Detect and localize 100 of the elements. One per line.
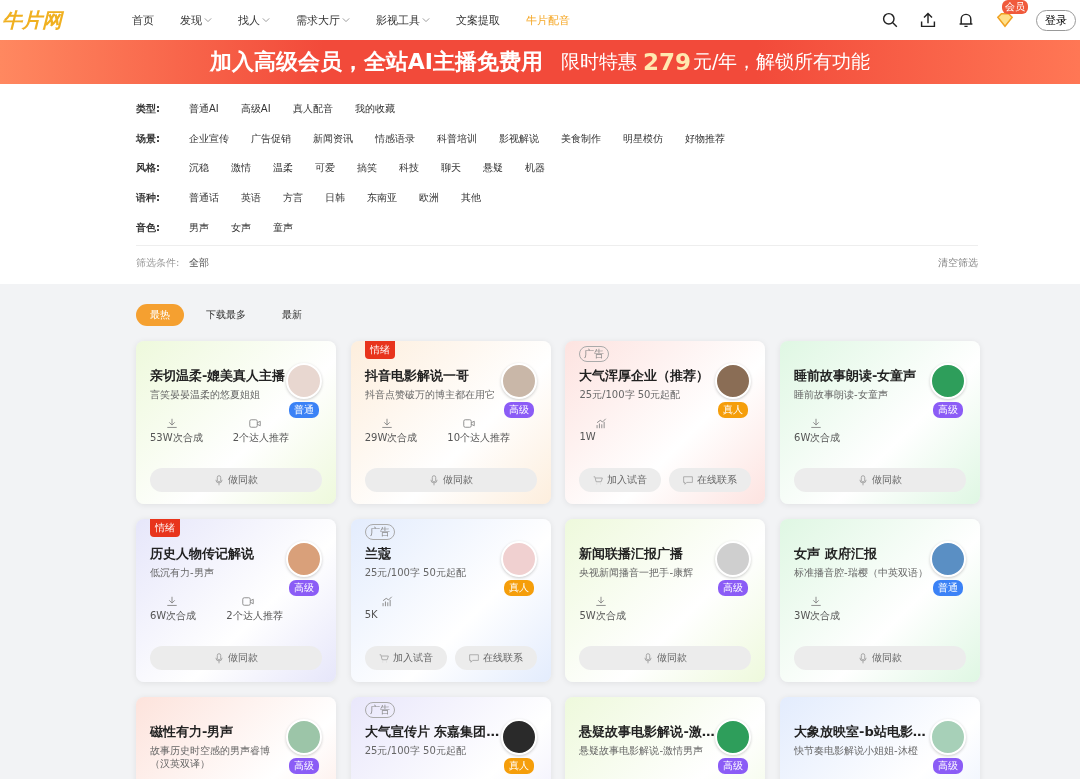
filter-option[interactable]: 激情 (231, 161, 251, 176)
add-trial-button[interactable]: 加入试音 (579, 468, 662, 493)
filter-option[interactable]: 情感语录 (375, 131, 415, 146)
search-icon[interactable] (882, 12, 898, 28)
level-badge: 真人 (503, 580, 534, 597)
filter-option[interactable]: 普通话 (189, 190, 219, 205)
level-badge: 真人 (503, 758, 534, 775)
filter-option[interactable]: 美食制作 (561, 131, 601, 146)
sort-tab[interactable]: 最新 (268, 304, 316, 327)
filter-option[interactable]: 温柔 (273, 161, 293, 176)
filter-option[interactable]: 其他 (461, 190, 481, 205)
make-same-button[interactable]: 做同款 (150, 646, 322, 671)
diamond-icon[interactable] (996, 11, 1014, 29)
filter-option[interactable]: 高级AI (240, 101, 271, 116)
contact-button[interactable]: 在线联系 (669, 468, 752, 493)
voice-card[interactable]: 大象放映室-b站电影… 快节奏电影解说小姐姐-沐橙 高级 (780, 697, 981, 779)
voice-card[interactable]: 广告 大气宣传片 东嘉集团… 25元/100字 50元起配 真人 (350, 697, 551, 779)
filter-option[interactable]: 东南亚 (367, 190, 397, 205)
voice-card[interactable]: 情绪 历史人物传记解说 低沉有力-男声 高级 6W次合成 2个达人推荐 做同款 (136, 519, 336, 683)
voice-title: 亲切温柔-媲美真人主播 (150, 367, 286, 386)
emotion-tag: 情绪 (364, 341, 395, 360)
filter-option[interactable]: 机器 (525, 161, 545, 176)
make-same-button[interactable]: 做同款 (794, 468, 967, 493)
make-same-button[interactable]: 做同款 (794, 646, 967, 671)
filter-option[interactable]: 童声 (273, 220, 293, 235)
filter-option[interactable]: 欧洲 (419, 190, 439, 205)
make-same-button[interactable]: 做同款 (150, 468, 322, 493)
filter-option[interactable]: 企业宣传 (189, 131, 229, 146)
voice-card[interactable]: 女声 政府汇报 标准播音腔-瑞樱（中英双语） 普通 3W次合成 做同款 (780, 519, 981, 683)
filter-label: 类型: (136, 101, 161, 116)
filter-option[interactable]: 搞笑 (357, 161, 377, 176)
add-trial-button[interactable]: 加入试音 (364, 646, 447, 671)
nav-link[interactable]: 首页 (132, 12, 154, 28)
filter-option[interactable]: 普通AI (189, 101, 219, 116)
filter-option[interactable]: 日韩 (325, 190, 345, 205)
trend-icon (380, 596, 393, 608)
voice-card[interactable]: 广告 兰蔻 25元/100字 50元起配 真人 5K 加入试音 在线联系 (350, 519, 551, 683)
recommend-count: 2个达人推荐 (232, 431, 289, 446)
filter-option[interactable]: 真人配音 (292, 101, 333, 116)
voice-description: 快节奏电影解说小姐姐-沐橙 (794, 744, 919, 758)
filter-option[interactable]: 女声 (231, 220, 251, 235)
synthesis-count: 53W次合成 (150, 431, 203, 446)
nav-link[interactable]: 发现 (180, 12, 212, 28)
filter-label: 风格: (136, 161, 161, 176)
sort-tab[interactable]: 下载最多 (192, 304, 260, 327)
filter-option[interactable]: 科技 (399, 161, 419, 176)
filter-option[interactable]: 科普培训 (437, 131, 477, 146)
vip-badge: 会员 (1002, 0, 1028, 14)
synthesis-count: 6W次合成 (794, 431, 841, 446)
filter-option[interactable]: 可爱 (315, 161, 335, 176)
voice-title: 女声 政府汇报 (794, 545, 878, 564)
voice-description: 25元/100字 50元起配 (579, 388, 682, 402)
filter-option[interactable]: 我的收藏 (354, 101, 395, 116)
contact-button[interactable]: 在线联系 (454, 646, 537, 671)
clear-filters-link[interactable]: 清空筛选 (938, 256, 978, 271)
filter-option[interactable]: 方言 (283, 190, 303, 205)
make-same-button[interactable]: 做同款 (579, 646, 752, 671)
login-button[interactable]: 登录 (1036, 9, 1076, 31)
filter-option[interactable]: 男声 (189, 220, 209, 235)
download-icon (166, 418, 178, 430)
voice-card[interactable]: 广告 大气浑厚企业（推荐） 25元/100字 50元起配 真人 1W 加入试音 在线联系 (565, 341, 766, 505)
voice-card[interactable]: 磁性有力-男声 故事历史时空感的男声睿博（汉英双译） 高级 (136, 697, 336, 779)
filter-option[interactable]: 新闻资讯 (313, 131, 353, 146)
upload-icon[interactable] (920, 12, 936, 28)
promo-banner[interactable]: 加入高级会员，全站AI主播免费用 限时特惠 279 元/年，解锁所有功能 (0, 40, 1080, 84)
voice-description: 言笑晏晏温柔的悠夏姐姐 (150, 388, 261, 402)
voice-card[interactable]: 新闻联播汇报广播 央视新闻播音一把手-康辉 高级 5W次合成 做同款 (565, 519, 766, 683)
filter-option[interactable]: 明星模仿 (623, 131, 663, 146)
filter-option[interactable]: 好物推荐 (685, 131, 725, 146)
nav-link[interactable]: 找人 (238, 12, 270, 28)
make-same-button[interactable]: 做同款 (364, 468, 537, 493)
bell-icon[interactable] (958, 12, 974, 28)
filter-option[interactable]: 广告促销 (251, 131, 291, 146)
voice-description: 央视新闻播音一把手-康辉 (579, 566, 694, 580)
nav-link[interactable]: 需求大厅 (296, 12, 350, 28)
filter-option[interactable]: 聊天 (441, 161, 461, 176)
voice-title: 大气宣传片 东嘉集团… (364, 723, 501, 742)
video-icon (242, 596, 255, 608)
download-icon (595, 596, 608, 608)
nav-link[interactable]: 影视工具 (376, 12, 430, 28)
microphone-icon (428, 474, 439, 486)
filter-option[interactable]: 沉稳 (189, 161, 209, 176)
filter-option[interactable]: 悬疑 (483, 161, 503, 176)
download-icon (810, 418, 823, 430)
download-icon (166, 596, 178, 608)
voice-card[interactable]: 亲切温柔-媲美真人主播 言笑晏晏温柔的悠夏姐姐 普通 53W次合成 2个达人推荐 做同款 (136, 341, 336, 505)
avatar-placeholder (286, 541, 322, 578)
voice-card[interactable]: 情绪 抖音电影解说一哥 抖音点赞破万的博主都在用它 高级 29W次合成 10个达人推荐 做同款 (350, 341, 551, 505)
filter-option[interactable]: 英语 (241, 190, 261, 205)
filter-summary-value: 全部 (189, 256, 210, 271)
voice-card[interactable]: 睡前故事朗读-女童声 睡前故事朗读-女童声 高级 6W次合成 做同款 (780, 341, 981, 505)
voice-card[interactable]: 悬疑故事电影解说-激… 悬疑故事电影解说-激情男声 高级 (565, 697, 766, 779)
nav-link[interactable]: 文案提取 (456, 12, 500, 28)
chevron-down-icon (262, 17, 270, 23)
level-badge: 高级 (933, 402, 964, 419)
avatar-placeholder (500, 541, 537, 578)
download-icon (810, 596, 823, 608)
filter-option[interactable]: 影视解说 (499, 131, 539, 146)
chevron-down-icon (422, 17, 430, 23)
microphone-icon (214, 474, 224, 486)
